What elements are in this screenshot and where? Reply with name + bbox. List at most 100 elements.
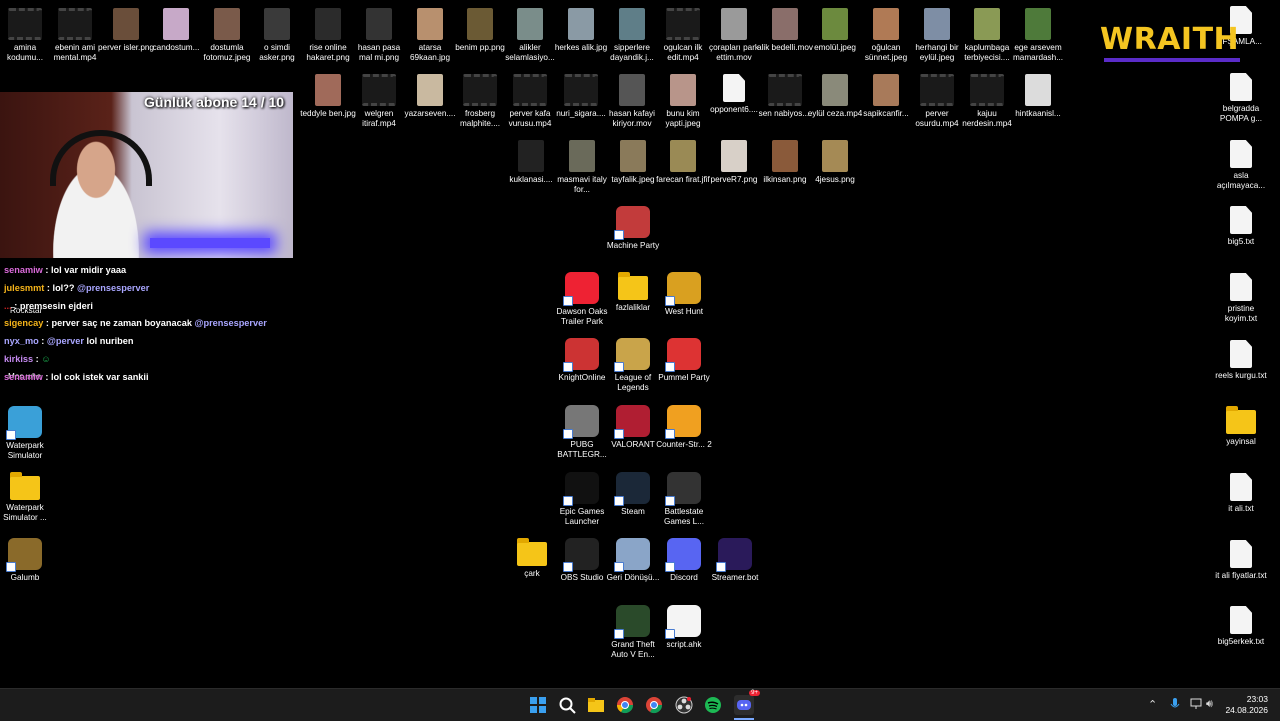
desktop-icon-eylül-ceza-mp4[interactable]: eylül ceza.mp4 xyxy=(807,74,863,119)
desktop-icon-yazarseven[interactable]: yazarseven.... xyxy=(402,74,458,119)
chat-username: kirkiss xyxy=(4,353,34,364)
desktop-icon-ilkinsan-png[interactable]: ilkinsan.png xyxy=(757,140,813,185)
desktop-icon-streamer-bot[interactable]: Streamer.bot xyxy=(707,538,763,583)
desktop-icon-farecan-firat-jfif[interactable]: farecan firat.jfif xyxy=(655,140,711,185)
desktop-icon-pristine-koyim-txt[interactable]: pristine koyim.txt xyxy=(1213,273,1269,324)
desktop-icon-grand-theft-auto-v-en[interactable]: Grand Theft Auto V En... xyxy=(605,605,661,660)
desktop-icon-4jesus-png[interactable]: 4jesus.png xyxy=(807,140,863,185)
desktop-icon-sen-nabiyos[interactable]: sen nabiyos.... xyxy=(757,74,813,119)
desktop-icon-dawson-oaks-trailer-park[interactable]: Dawson Oaks Trailer Park xyxy=(554,272,610,327)
desktop-icon-opponent6[interactable]: opponent6.... xyxy=(706,74,762,115)
chevron-up-icon[interactable]: ⌃ xyxy=(1148,698,1157,711)
desktop-icon-emolül-jpeg[interactable]: emolül.jpeg xyxy=(807,8,863,53)
clock[interactable]: 23:03 24.08.2026 xyxy=(1225,694,1268,716)
desktop-icon-it-ali-fiyatlar-txt[interactable]: it ali fiyatlar.txt xyxy=(1213,540,1269,581)
desktop-icon-hintkaanisl[interactable]: hintkaanisl... xyxy=(1010,74,1066,119)
desktop-icon-waterpark-simulator[interactable]: Waterpark Simulator ... xyxy=(0,472,53,523)
desktop-icon-obs-studio[interactable]: OBS Studio xyxy=(554,538,610,583)
desktop-icon-belgradda-pompa-g[interactable]: belgradda POMPA g... xyxy=(1213,73,1269,124)
display-icon[interactable] xyxy=(1190,698,1202,713)
desktop-icon-perver7-png[interactable]: perveR7.png xyxy=(706,140,762,185)
desktop-icon-big5-txt[interactable]: big5.txt xyxy=(1213,206,1269,247)
desktop-icon-west-hunt[interactable]: West Hunt xyxy=(656,272,712,317)
desktop-icon-sapikcanfir[interactable]: sapikcanfir... xyxy=(858,74,914,119)
desktop-icon-nuri-sigara[interactable]: nuri_sigara.... xyxy=(553,74,609,119)
desktop-icon-çark[interactable]: çark xyxy=(504,538,560,579)
desktop-icon-epic-games-launcher[interactable]: Epic Games Launcher xyxy=(554,472,610,527)
desktop-icon-big5erkek-txt[interactable]: big5erkek.txt xyxy=(1213,606,1269,647)
spotify-icon[interactable] xyxy=(704,696,722,714)
desktop-icon-perver-kafa-vurusu-mp4[interactable]: perver kafa vurusu.mp4 xyxy=(502,74,558,129)
chat-text: lol var midir yaaa xyxy=(50,265,127,275)
search-icon[interactable] xyxy=(558,696,576,714)
microphone-icon[interactable] xyxy=(1170,698,1180,714)
desktop-icon-discord[interactable]: Discord xyxy=(656,538,712,583)
desktop-icon-label: Grand Theft Auto V En... xyxy=(611,640,655,659)
desktop-icon-script-ahk[interactable]: script.ahk xyxy=(656,605,712,650)
desktop-icon-herhangi-bir-eylül-jpeg[interactable]: herhangi bir eylül.jpeg xyxy=(909,8,965,63)
desktop-icon-sipperlere-dayandik-j[interactable]: sipperlere dayandik.j... xyxy=(604,8,660,63)
desktop-icon-teddyle-ben-jpg[interactable]: teddyle ben.jpg xyxy=(300,74,356,119)
video-file-icon xyxy=(970,74,1004,106)
image-file-icon xyxy=(670,74,696,106)
desktop-icon-machine-party[interactable]: Machine Party xyxy=(605,206,661,251)
desktop-icon-frosberg-malphite[interactable]: frosberg malphite.... xyxy=(452,74,508,129)
desktop-icon-asla-açılmayaca[interactable]: asla açılmayaca... xyxy=(1213,140,1269,191)
desktop-icon-hasan-kafayi-kiriyor-mov[interactable]: hasan kafayi kiriyor.mov xyxy=(604,74,660,129)
volume-icon[interactable]: 🔊︎ xyxy=(1206,698,1213,711)
desktop-icon-yayinsal[interactable]: yayinsal xyxy=(1213,406,1269,447)
desktop-icon-ogulcan-ilk-edit-mp4[interactable]: ogulcan ilk edit.mp4 xyxy=(655,8,711,63)
desktop-icon-counter-str-2[interactable]: Counter-Str... 2 xyxy=(656,405,712,450)
desktop-icon-alik-bedelli-mov[interactable]: alik bedelli.mov xyxy=(757,8,813,53)
desktop-icon-ege-arsevem-mamardash[interactable]: ege arsevem mamardash... xyxy=(1010,8,1066,63)
desktop-icon-kaplumbaga-terbiyecisi[interactable]: kaplumbaga terbiyecisi.... xyxy=(959,8,1015,63)
desktop-icon-knightonline[interactable]: KnightOnline xyxy=(554,338,610,383)
desktop-icon-oğulcan-sünnet-jpeg[interactable]: oğulcan sünnet.jpeg xyxy=(858,8,914,63)
image-file-icon xyxy=(417,8,443,40)
file-explorer-icon[interactable] xyxy=(587,696,605,714)
desktop-icon-kuklanasi[interactable]: kuklanasi.... xyxy=(503,140,559,185)
desktop-icon-galumb[interactable]: Galumb xyxy=(0,538,53,583)
desktop-icon-candostum[interactable]: candostum... xyxy=(148,8,204,53)
desktop-icon-waterpark-simulator[interactable]: Waterpark Simulator xyxy=(0,406,53,461)
desktop-icon-bunu-kim-yapti-jpeg[interactable]: bunu kim yapti.jpeg xyxy=(655,74,711,129)
text-file-icon xyxy=(1230,473,1252,501)
desktop-icon-tayfalik-jpeg[interactable]: tayfalik.jpeg xyxy=(605,140,661,185)
start-icon[interactable] xyxy=(529,696,547,714)
desktop-icon-welgren-itiraf-mp4[interactable]: welgren itiraf.mp4 xyxy=(351,74,407,129)
desktop-icon-atarsa-69kaan-jpg[interactable]: atarsa 69kaan.jpg xyxy=(402,8,458,63)
desktop-icon-label: kaplumbaga terbiyecisi.... xyxy=(964,43,1010,62)
desktop-icon-label: tayfalik.jpeg xyxy=(611,175,655,184)
app-shortcut-icon xyxy=(563,405,599,439)
desktop-icon-hasan-pasa-mal-mi-png[interactable]: hasan pasa mal mi.png xyxy=(351,8,407,63)
desktop-icon-o-simdi-asker-png[interactable]: o simdi asker.png xyxy=(249,8,305,63)
chrome-alt-icon[interactable] xyxy=(645,696,663,714)
desktop-icon-ebenin-ami-mental-mp4[interactable]: ebenin ami mental.mp4 xyxy=(47,8,103,63)
desktop-icon-valorant[interactable]: VALORANT xyxy=(605,405,661,450)
desktop-icon-perver-isler-png[interactable]: perver isler.png xyxy=(98,8,154,53)
chat-username: ... xyxy=(4,300,12,311)
desktop-icon-kajuu-nerdesin-mp4[interactable]: kajuu nerdesin.mp4 xyxy=(959,74,1015,129)
obs-icon[interactable] xyxy=(675,696,693,714)
desktop-icon-pubg-battlegr[interactable]: PUBG BATTLEGR... xyxy=(554,405,610,460)
desktop-icon-benim-pp-png[interactable]: benim pp.png xyxy=(452,8,508,53)
desktop-icon-amina-kodumu[interactable]: amina kodumu... xyxy=(0,8,53,63)
desktop-icon-dostumla-fotomuz-jpeg[interactable]: dostumla fotomuz.jpeg xyxy=(199,8,255,63)
desktop-icon-perver-osurdu-mp4[interactable]: perver osurdu.mp4 xyxy=(909,74,965,129)
discord-icon[interactable]: 9+ xyxy=(734,690,760,715)
desktop-icon-fazlaliklar[interactable]: fazlaliklar xyxy=(605,272,661,313)
desktop-icon-masmavi-italy-for[interactable]: masmavi italy for... xyxy=(554,140,610,195)
desktop-icon-it-ali-txt[interactable]: it ali.txt xyxy=(1213,473,1269,514)
desktop-icon-league-of-legends[interactable]: League of Legends xyxy=(605,338,661,393)
desktop-icon-reels-kurgu-txt[interactable]: reels kurgu.txt xyxy=(1213,340,1269,381)
desktop-icon-çorapları-park-ettim-mov[interactable]: çorapları park ettim.mov xyxy=(706,8,762,63)
desktop-icon-pummel-party[interactable]: Pummel Party xyxy=(656,338,712,383)
chrome-icon[interactable] xyxy=(616,696,634,714)
desktop-icon-rise-online-hakaret-png[interactable]: rise online hakaret.png xyxy=(300,8,356,63)
app-shortcut-icon xyxy=(614,605,650,639)
desktop-icon-steam[interactable]: Steam xyxy=(605,472,661,517)
desktop-icon-geri-dönüşü[interactable]: Geri Dönüşü... xyxy=(605,538,661,583)
desktop-icon-alikler-selamlasiyo[interactable]: alikler selamlasiyo... xyxy=(502,8,558,63)
desktop-icon-battlestate-games-l[interactable]: Battlestate Games L... xyxy=(656,472,712,527)
desktop-icon-herkes-alik-jpg[interactable]: herkes alik.jpg xyxy=(553,8,609,53)
